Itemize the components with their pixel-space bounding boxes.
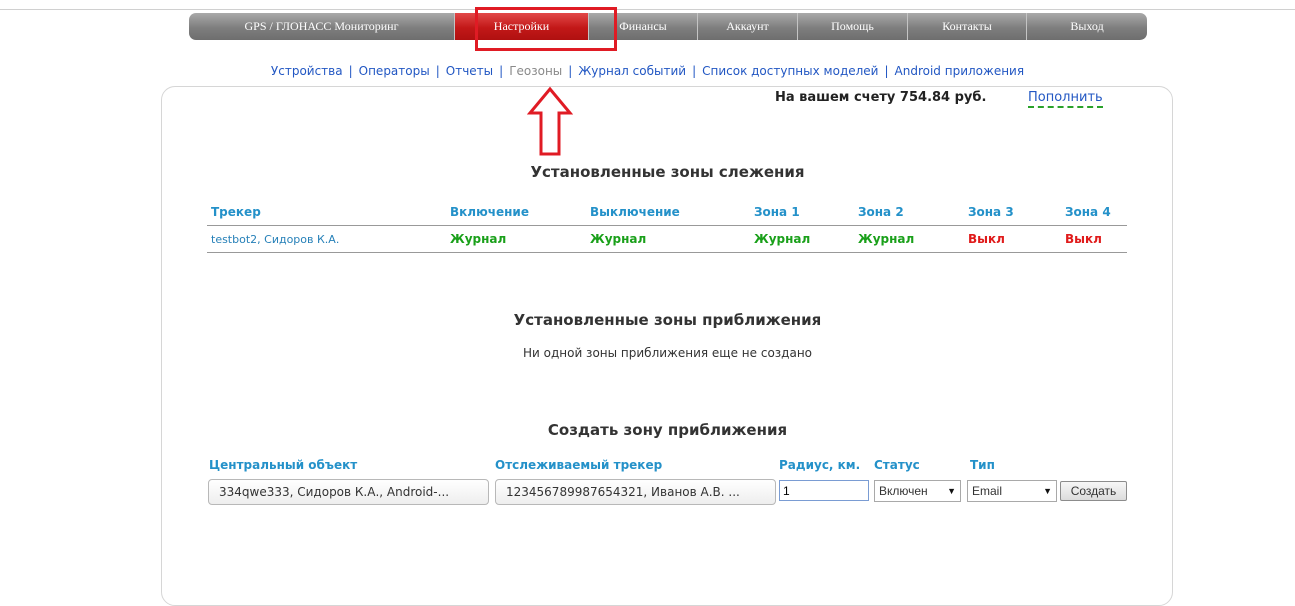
column-header-zone1: Зона 1 [750, 203, 854, 226]
subnav-separator: | [499, 64, 504, 78]
status-select[interactable]: Включен ▼ [874, 480, 961, 502]
create-button[interactable]: Создать [1060, 481, 1127, 501]
subnav-separator: | [568, 64, 573, 78]
tracker-link[interactable]: testbot2, Сидоров К.А. [207, 225, 446, 253]
top-divider [0, 9, 1295, 10]
subnav-separator: | [692, 64, 697, 78]
subnav-separator: | [884, 64, 889, 78]
zone3-status[interactable]: Выкл [964, 225, 1061, 253]
subnav-reports[interactable]: Отчеты [446, 64, 493, 78]
tracking-zones-title: Установленные зоны слежения [530, 163, 805, 181]
on-status[interactable]: Журнал [446, 225, 586, 253]
off-status[interactable]: Журнал [586, 225, 750, 253]
column-header-zone4: Зона 4 [1061, 203, 1127, 226]
subnav-separator: | [348, 64, 353, 78]
account-balance: На вашем счету 754.84 руб. [775, 90, 987, 105]
nav-item-contacts[interactable]: Контакты [907, 13, 1026, 40]
central-object-select[interactable]: 334qwe333, Сидоров К.А., Android-... [208, 479, 489, 505]
status-label: Статус [874, 458, 920, 472]
nav-item-help[interactable]: Помощь [797, 13, 907, 40]
table-row: testbot2, Сидоров К.А. Журнал Журнал Жур… [207, 225, 1127, 253]
column-header-tracker: Трекер [207, 203, 446, 226]
topup-link[interactable]: Пополнить [1028, 90, 1103, 108]
radius-label: Радиус, км. [779, 458, 861, 472]
subnav-operators[interactable]: Операторы [359, 64, 430, 78]
column-header-on: Включение [446, 203, 586, 226]
approach-zones-title: Установленные зоны приближения [513, 311, 822, 329]
subnav-geozones[interactable]: Геозоны [509, 64, 562, 78]
column-header-zone3: Зона 3 [964, 203, 1061, 226]
main-nav: GPS / ГЛОНАСС Мониторинг Настройки Финан… [189, 13, 1147, 40]
tracked-tracker-select[interactable]: 123456789987654321, Иванов А.В. ... [495, 479, 776, 505]
sub-nav: Устройства | Операторы | Отчеты | Геозоны | Журн… [0, 64, 1295, 78]
radius-input[interactable] [779, 480, 869, 501]
zone1-status[interactable]: Журнал [750, 225, 854, 253]
annotation-arrow-icon [527, 86, 573, 156]
subnav-event-log[interactable]: Журнал событий [578, 64, 686, 78]
subnav-android-apps[interactable]: Android приложения [895, 64, 1025, 78]
tracking-zones-table: Трекер Включение Выключение Зона 1 Зона … [207, 203, 1127, 253]
type-select-value: Email [972, 484, 1003, 498]
subnav-models-list[interactable]: Список доступных моделей [702, 64, 878, 78]
chevron-down-icon: ▼ [1043, 486, 1052, 496]
status-select-value: Включен [879, 484, 928, 498]
subnav-separator: | [435, 64, 440, 78]
zone2-status[interactable]: Журнал [854, 225, 964, 253]
nav-item-account[interactable]: Аккаунт [697, 13, 797, 40]
type-select[interactable]: Email ▼ [967, 480, 1057, 502]
chevron-down-icon: ▼ [947, 486, 956, 496]
nav-item-logout[interactable]: Выход [1026, 13, 1147, 40]
subnav-devices[interactable]: Устройства [271, 64, 343, 78]
approach-zones-empty-message: Ни одной зоны приближения еще не создано [522, 346, 813, 360]
column-header-zone2: Зона 2 [854, 203, 964, 226]
type-label: Тип [970, 458, 995, 472]
column-header-off: Выключение [586, 203, 750, 226]
central-object-label: Центральный объект [209, 458, 358, 472]
nav-item-monitoring[interactable]: GPS / ГЛОНАСС Мониторинг [189, 13, 454, 40]
create-zone-title: Создать зону приближения [547, 421, 788, 439]
annotation-highlight-box [475, 7, 617, 51]
zone4-status[interactable]: Выкл [1061, 225, 1127, 253]
tracked-tracker-label: Отслеживаемый трекер [495, 458, 663, 472]
table-header-row: Трекер Включение Выключение Зона 1 Зона … [207, 203, 1127, 226]
